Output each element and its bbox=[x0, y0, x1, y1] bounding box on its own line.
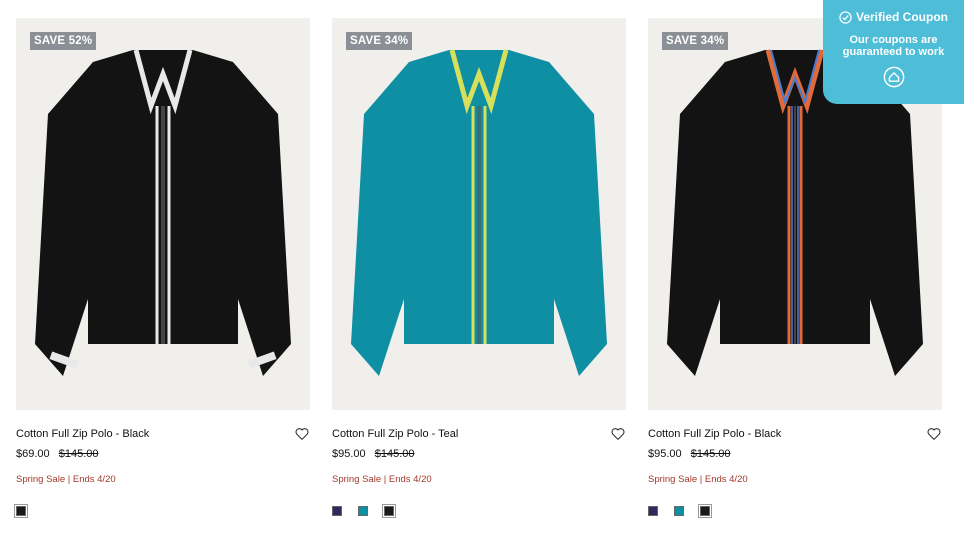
save-badge: SAVE 52% bbox=[30, 32, 97, 50]
heart-icon[interactable] bbox=[610, 426, 626, 442]
product-title[interactable]: Cotton Full Zip Polo - Black bbox=[648, 428, 781, 440]
verified-coupon-banner[interactable]: Verified Coupon Our coupons are guarante… bbox=[823, 0, 964, 104]
color-swatch[interactable] bbox=[674, 506, 684, 516]
jacket-image bbox=[35, 49, 291, 376]
heart-icon[interactable] bbox=[926, 426, 942, 442]
coupon-subtitle-line: Our coupons are bbox=[849, 34, 938, 46]
shield-check-icon bbox=[839, 10, 852, 24]
product-title[interactable]: Cotton Full Zip Polo - Teal bbox=[332, 428, 458, 440]
save-badge: SAVE 34% bbox=[346, 32, 413, 50]
sale-price: $95.00 bbox=[648, 448, 682, 460]
color-swatch[interactable] bbox=[358, 506, 368, 516]
original-price: $145.00 bbox=[374, 448, 415, 460]
coupon-subtitle: Our coupons are guaranteed to work bbox=[823, 34, 964, 58]
original-price: $145.00 bbox=[58, 448, 99, 460]
price-row: $95.00 $145.00 bbox=[332, 448, 414, 460]
save-badge: SAVE 34% bbox=[662, 32, 729, 50]
product-image[interactable]: SAVE 34% bbox=[332, 18, 626, 410]
sale-price: $95.00 bbox=[332, 448, 366, 460]
color-swatches bbox=[14, 504, 42, 518]
promo-text: Spring Sale | Ends 4/20 bbox=[332, 474, 432, 485]
product-card[interactable]: SAVE 34% Cotton Full Zip Polo - Teal $95… bbox=[332, 18, 626, 518]
color-swatch[interactable] bbox=[382, 504, 396, 518]
color-swatches bbox=[648, 504, 726, 518]
heart-icon[interactable] bbox=[294, 426, 310, 442]
price-row: $95.00 $145.00 bbox=[648, 448, 730, 460]
color-swatch[interactable] bbox=[698, 504, 712, 518]
product-title[interactable]: Cotton Full Zip Polo - Black bbox=[16, 428, 149, 440]
price-row: $69.00 $145.00 bbox=[16, 448, 98, 460]
color-swatches bbox=[332, 504, 410, 518]
product-image[interactable]: SAVE 52% bbox=[16, 18, 310, 410]
promo-text: Spring Sale | Ends 4/20 bbox=[648, 474, 748, 485]
color-swatch[interactable] bbox=[332, 506, 342, 516]
color-swatch[interactable] bbox=[14, 504, 28, 518]
coupon-title-row: Verified Coupon bbox=[823, 10, 964, 24]
sale-price: $69.00 bbox=[16, 448, 50, 460]
promo-text: Spring Sale | Ends 4/20 bbox=[16, 474, 116, 485]
original-price: $145.00 bbox=[690, 448, 731, 460]
jacket-image bbox=[351, 49, 607, 376]
home-logo-icon[interactable] bbox=[883, 66, 905, 88]
coupon-subtitle-line: guaranteed to work bbox=[842, 46, 945, 58]
coupon-title: Verified Coupon bbox=[855, 10, 948, 24]
color-swatch[interactable] bbox=[648, 506, 658, 516]
product-card[interactable]: SAVE 52% Cotton Full Zip Polo - Black $6… bbox=[14, 18, 310, 518]
